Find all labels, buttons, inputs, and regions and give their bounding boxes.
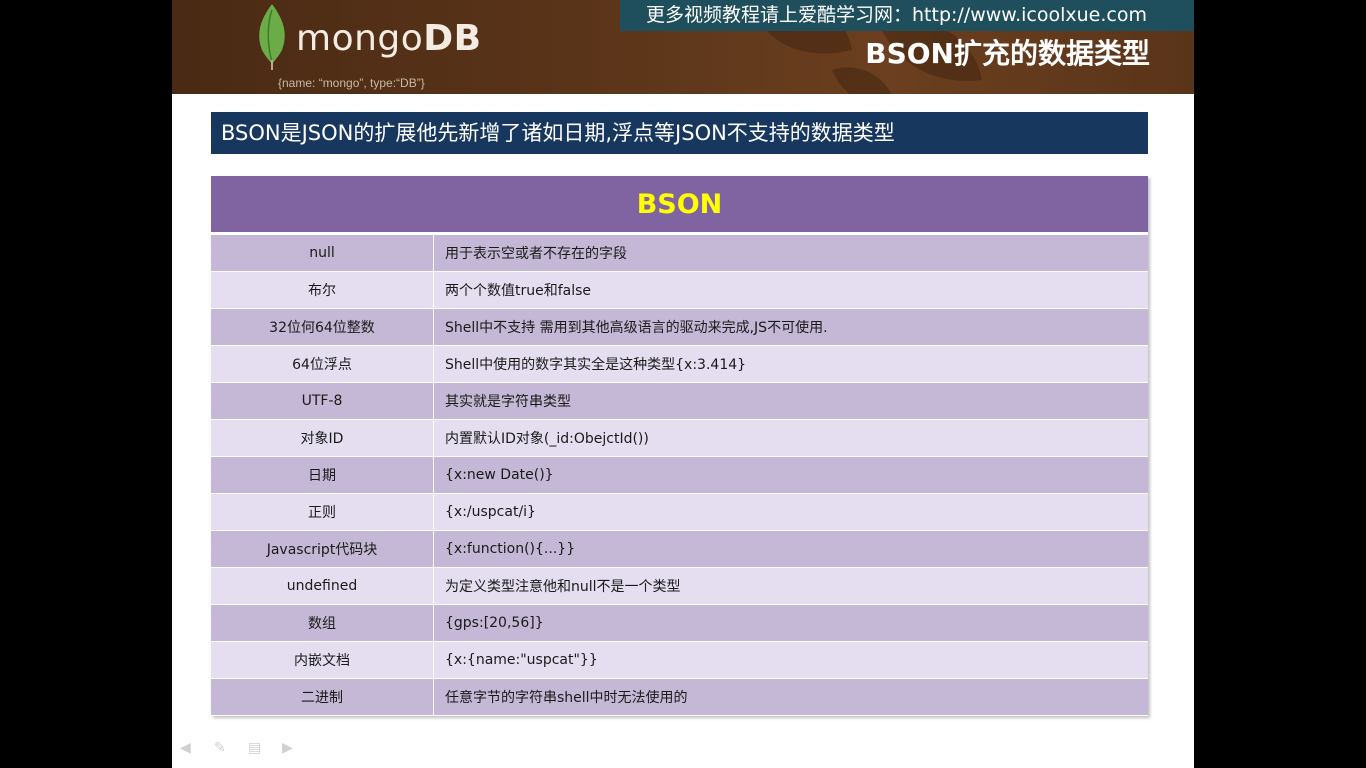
table-row: 布尔 两个个数值true和false xyxy=(211,271,1148,309)
table-row: 正则 {x:/uspcat/i} xyxy=(211,493,1148,531)
type-cell: undefined xyxy=(211,567,434,605)
description-cell: {gps:[20,56]} xyxy=(433,604,1148,642)
type-cell: 64位浮点 xyxy=(211,345,434,383)
table-row: Javascript代码块 {x:function(){...}} xyxy=(211,530,1148,568)
mongodb-leaf-icon xyxy=(259,4,285,70)
table-row: 对象ID 内置默认ID对象(_id:ObejctId()) xyxy=(211,419,1148,457)
slide-title: BSON扩充的数据类型 xyxy=(865,37,1150,70)
pen-icon[interactable]: ✎ xyxy=(214,740,226,756)
table-row: 数组 {gps:[20,56]} xyxy=(211,604,1148,642)
logo-subtitle: {name: “mongo”, type:“DB”} xyxy=(278,76,425,90)
table-row: 二进制 任意字节的字符串shell中时无法使用的 xyxy=(211,678,1148,716)
description-cell: 任意字节的字符串shell中时无法使用的 xyxy=(433,678,1148,716)
description-cell: {x:/uspcat/i} xyxy=(433,493,1148,531)
type-cell: 布尔 xyxy=(211,271,434,309)
arrow-left-icon[interactable]: ◀ xyxy=(180,740,191,756)
description-cell: {x:{name:"uspcat"}} xyxy=(433,641,1148,679)
slide: mongoDB {name: “mongo”, type:“DB”} 更多视频教… xyxy=(172,0,1194,768)
type-cell: 正则 xyxy=(211,493,434,531)
table-header-row: BSON xyxy=(211,176,1148,235)
description-cell: 内置默认ID对象(_id:ObejctId()) xyxy=(433,419,1148,457)
table-title: BSON xyxy=(211,176,1148,235)
description-cell: Shell中使用的数字其实全是这种类型{x:3.414} xyxy=(433,345,1148,383)
type-cell: null xyxy=(211,233,434,272)
description-cell: {x:new Date()} xyxy=(433,456,1148,494)
subtitle-bar: BSON是JSON的扩展他先新增了诸如日期,浮点等JSON不支持的数据类型 xyxy=(211,112,1148,154)
description-cell: 两个个数值true和false xyxy=(433,271,1148,309)
header-banner: mongoDB {name: “mongo”, type:“DB”} 更多视频教… xyxy=(172,0,1194,94)
type-cell: 对象ID xyxy=(211,419,434,457)
menu-icon[interactable]: ▤ xyxy=(248,740,261,756)
slideshow-nav: ◀ ✎ ▤ ▶ xyxy=(180,740,310,758)
type-cell: Javascript代码块 xyxy=(211,530,434,568)
table-row: 64位浮点 Shell中使用的数字其实全是这种类型{x:3.414} xyxy=(211,345,1148,383)
description-cell: 为定义类型注意他和null不是一个类型 xyxy=(433,567,1148,605)
type-cell: 日期 xyxy=(211,456,434,494)
table-row: 32位何64位整数 Shell中不支持 需用到其他高级语言的驱动来完成,JS不可… xyxy=(211,308,1148,346)
type-cell: UTF-8 xyxy=(211,382,434,420)
type-cell: 内嵌文档 xyxy=(211,641,434,679)
description-cell: Shell中不支持 需用到其他高级语言的驱动来完成,JS不可使用. xyxy=(433,308,1148,346)
description-cell: 其实就是字符串类型 xyxy=(433,382,1148,420)
logo-text: mongoDB xyxy=(296,18,482,59)
site-banner: 更多视频教程请上爱酷学习网：http://www.icoolxue.com xyxy=(620,0,1194,31)
bson-types-table: BSON null 用于表示空或者不存在的字段 布尔 两个个数值true和fal… xyxy=(211,176,1148,716)
type-cell: 32位何64位整数 xyxy=(211,308,434,346)
arrow-right-icon[interactable]: ▶ xyxy=(282,740,293,756)
table-row: 内嵌文档 {x:{name:"uspcat"}} xyxy=(211,641,1148,679)
table-row: UTF-8 其实就是字符串类型 xyxy=(211,382,1148,420)
description-cell: {x:function(){...}} xyxy=(433,530,1148,568)
type-cell: 二进制 xyxy=(211,678,434,716)
table-row: undefined 为定义类型注意他和null不是一个类型 xyxy=(211,567,1148,605)
table-row: null 用于表示空或者不存在的字段 xyxy=(211,233,1148,272)
table-row: 日期 {x:new Date()} xyxy=(211,456,1148,494)
description-cell: 用于表示空或者不存在的字段 xyxy=(433,233,1148,272)
type-cell: 数组 xyxy=(211,604,434,642)
